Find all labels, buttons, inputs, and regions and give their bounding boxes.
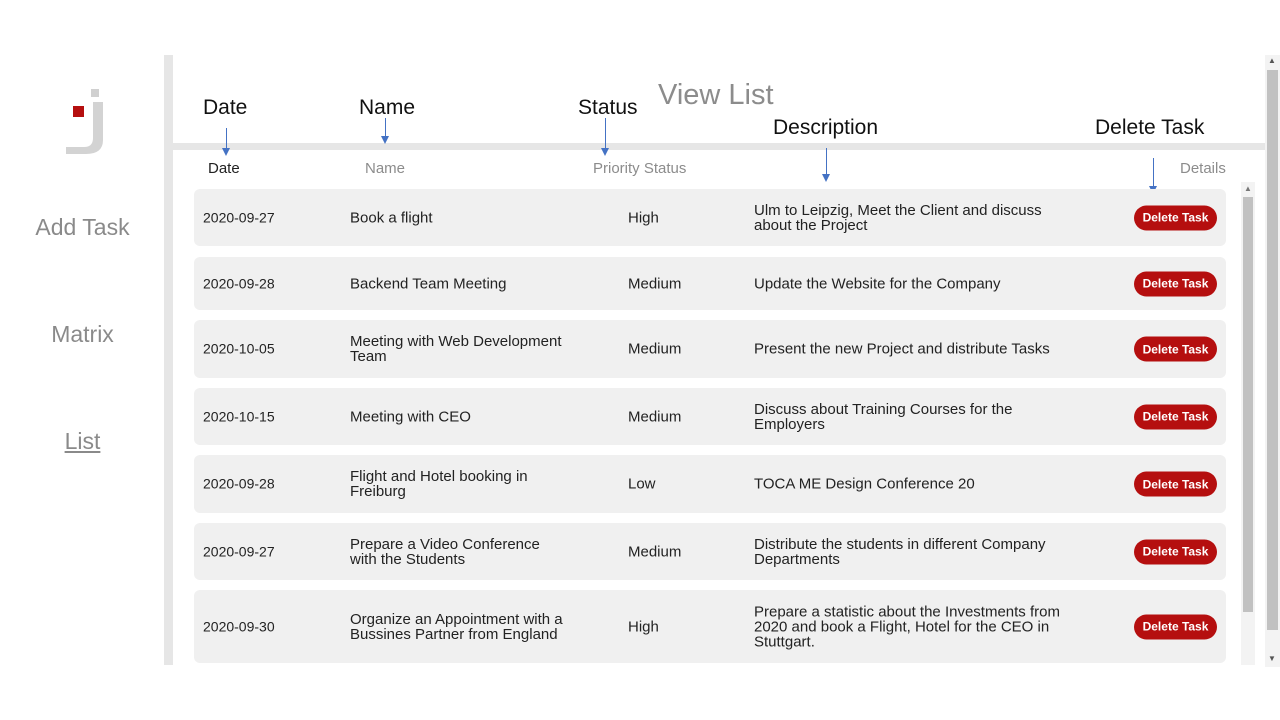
task-priority: Medium (628, 543, 682, 560)
task-description: Present the new Project and distribute T… (754, 340, 1050, 358)
header-divider (173, 143, 1265, 150)
annotation-arrow-name (381, 118, 389, 144)
column-header-status: Priority Status (593, 160, 687, 177)
column-header-name: Name (365, 160, 406, 177)
annotation-arrow-status (601, 118, 609, 156)
sidebar-item-add-task[interactable]: Add Task (0, 214, 165, 241)
task-name: Book a flight (350, 209, 433, 226)
task-row: 2020-10-15 Meeting with CEO Medium Discu… (194, 388, 1226, 445)
annotation-arrow-delete (1149, 158, 1157, 194)
delete-task-button[interactable]: Delete Task (1134, 471, 1217, 497)
delete-task-button[interactable]: Delete Task (1134, 539, 1217, 564)
task-priority: Medium (628, 340, 682, 358)
task-date: 2020-09-28 (203, 475, 275, 492)
task-row: 2020-09-27 Book a flight High Ulm to Lei… (194, 189, 1226, 246)
annotation-status: Status (578, 96, 638, 119)
sidebar-item-matrix[interactable]: Matrix (0, 321, 165, 348)
task-priority: Medium (628, 408, 682, 425)
task-date: 2020-09-27 (203, 209, 275, 225)
sidebar-divider (164, 55, 173, 665)
task-date: 2020-09-28 (203, 275, 275, 291)
task-row: 2020-09-28 Backend Team Meeting Medium U… (194, 257, 1226, 310)
task-description: Discuss about Training Courses for the E… (754, 400, 1013, 433)
delete-task-button[interactable]: Delete Task (1134, 614, 1217, 639)
annotation-arrow-description (822, 148, 830, 182)
task-date: 2020-09-30 (203, 618, 275, 634)
annotation-delete-task: Delete Task (1095, 116, 1205, 139)
delete-task-button[interactable]: Delete Task (1134, 205, 1217, 230)
task-row: 2020-09-30 Organize an Appointment with … (194, 590, 1226, 663)
page-title: View List (658, 79, 774, 111)
task-description: Ulm to Leipzig, Meet the Client and disc… (754, 201, 1042, 234)
task-row: 2020-09-27 Prepare a Video Conference wi… (194, 523, 1226, 580)
annotation-date: Date (203, 96, 248, 119)
task-description: Distribute the students in different Com… (754, 535, 1046, 568)
annotation-arrow-date (222, 128, 230, 156)
task-name: Meeting with CEO (350, 408, 471, 425)
column-header-details: Details (1180, 160, 1226, 177)
sidebar-item-list[interactable]: List (0, 428, 165, 455)
task-priority: High (628, 209, 659, 226)
delete-task-button[interactable]: Delete Task (1134, 271, 1217, 296)
task-row: 2020-09-28 Flight and Hotel booking in F… (194, 455, 1226, 513)
task-priority: Medium (628, 275, 682, 292)
page-scroll-down-icon[interactable]: ▼ (1268, 654, 1276, 663)
annotation-name: Name (359, 96, 416, 119)
task-date: 2020-10-15 (203, 408, 275, 424)
page-scroll-up-icon[interactable]: ▲ (1268, 56, 1276, 65)
list-scroll-up-icon[interactable]: ▲ (1244, 184, 1252, 193)
app-logo (66, 89, 103, 154)
task-row: 2020-10-05 Meeting with Web Development … (194, 320, 1226, 378)
task-name: Backend Team Meeting (350, 275, 507, 292)
task-description: Prepare a statistic about the Investment… (754, 603, 1060, 650)
list-scrollbar-thumb[interactable] (1243, 197, 1253, 612)
delete-task-button[interactable]: Delete Task (1134, 336, 1217, 362)
task-date: 2020-10-05 (203, 340, 275, 357)
annotation-description: Description (773, 116, 879, 139)
task-name: Organize an Appointment with a Bussines … (350, 610, 563, 643)
task-name: Prepare a Video Conference with the Stud… (350, 535, 540, 568)
task-name: Flight and Hotel booking in Freiburg (350, 468, 528, 500)
task-date: 2020-09-27 (203, 543, 275, 559)
task-name: Meeting with Web Development Team (350, 333, 562, 365)
task-priority: Low (628, 475, 656, 493)
column-header-date: Date (208, 160, 240, 177)
task-description: TOCA ME Design Conference 20 (754, 475, 975, 493)
page-scrollbar-thumb[interactable] (1267, 70, 1278, 630)
task-priority: High (628, 618, 659, 635)
task-description: Update the Website for the Company (754, 275, 1001, 292)
delete-task-button[interactable]: Delete Task (1134, 404, 1217, 429)
